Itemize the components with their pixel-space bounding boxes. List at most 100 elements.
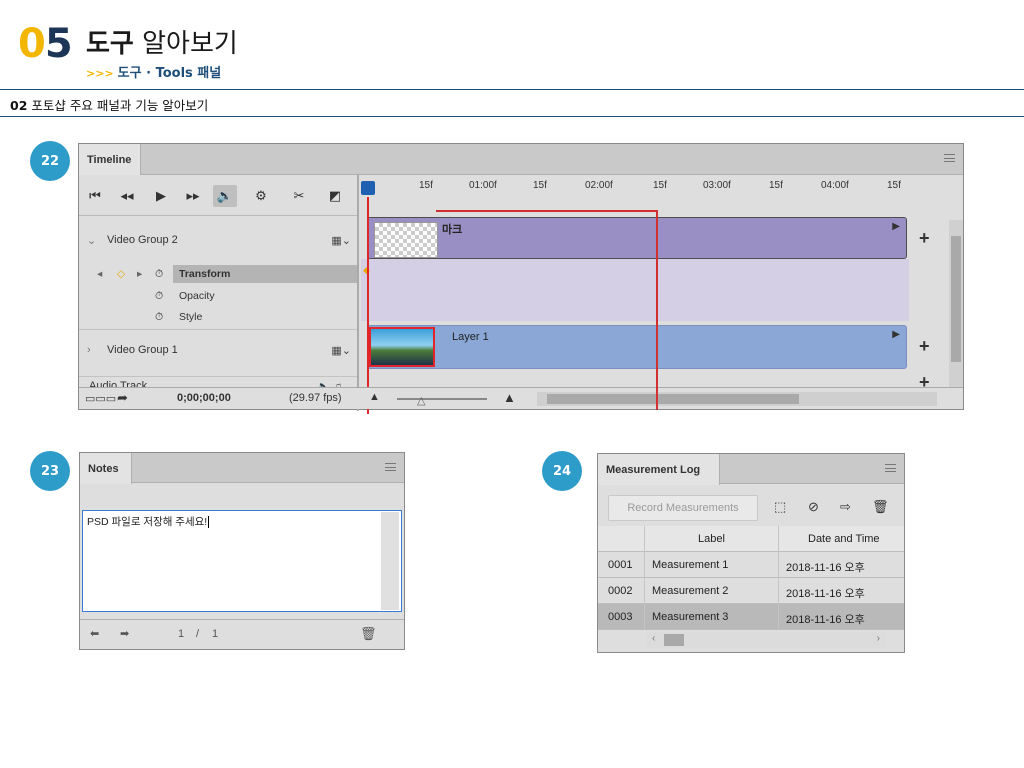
- zoom-slider-thumb[interactable]: △: [417, 394, 425, 407]
- ruler-tick: 15f: [419, 180, 433, 191]
- record-measurements-button[interactable]: Record Measurements: [608, 495, 758, 521]
- ruler-tick: 15f: [533, 180, 547, 191]
- ruler-tick: 04:00f: [821, 180, 849, 191]
- column-header-label[interactable]: Label: [698, 533, 725, 545]
- panel-menu-icon[interactable]: [385, 463, 396, 471]
- horizontal-scrollbar[interactable]: ‹ ›: [646, 632, 886, 648]
- zoom-in-icon[interactable]: ▲: [503, 390, 516, 405]
- chevron-down-icon[interactable]: ⌄: [87, 234, 96, 247]
- transform-track-fill: [361, 259, 909, 321]
- go-to-first-frame-icon[interactable]: ⏮: [83, 185, 107, 207]
- frame-rate: (29.97 fps): [289, 392, 342, 404]
- panel-divider: [357, 175, 359, 411]
- scrollbar-thumb[interactable]: [547, 394, 799, 404]
- notes-scrollbar[interactable]: [381, 512, 399, 610]
- export-measurement-icon[interactable]: ⇨: [840, 499, 851, 515]
- scroll-left-icon[interactable]: ‹: [652, 633, 655, 644]
- stopwatch-icon[interactable]: ⏱: [155, 290, 163, 303]
- ruler-tick: 15f: [653, 180, 667, 191]
- transform-label: Transform: [179, 268, 231, 280]
- subtitle-text: 도구 · Tools 패널: [117, 66, 222, 81]
- tab-notes[interactable]: Notes: [80, 453, 132, 484]
- keyframe-prev-icon[interactable]: ◂: [97, 268, 102, 280]
- zoom-slider[interactable]: [397, 398, 487, 400]
- row-date: 2018-11-16 오후: [786, 588, 865, 600]
- clip-end-icon[interactable]: ▶: [892, 329, 900, 340]
- trash-icon[interactable]: 🗑: [360, 626, 377, 642]
- next-note-arrow-icon[interactable]: ➡: [120, 627, 129, 640]
- frame-animation-icon[interactable]: ▭▭▭: [85, 392, 116, 405]
- text-caret: [208, 516, 210, 528]
- chevron-right-icon[interactable]: ›: [87, 344, 91, 356]
- trash-icon[interactable]: 🗑: [872, 499, 889, 515]
- film-strip-icon[interactable]: ▦⌄: [331, 344, 351, 357]
- playhead-handle-icon[interactable]: [361, 181, 375, 195]
- clip-video-group-2[interactable]: 마크 ▶: [367, 217, 907, 259]
- scrollbar-thumb[interactable]: [664, 634, 684, 646]
- column-divider: [644, 526, 645, 552]
- timeline-panel: Timeline ⏮ ◂◂ ▶ ▸▸ 🔈 ⚙ ✂ ◩ ⌄ Video Group…: [78, 143, 964, 414]
- panel-menu-icon[interactable]: [885, 464, 896, 472]
- page: 05 도구 알아보기 >>> 도구 · Tools 패널 02 포토샵 주요 패널과…: [0, 0, 1024, 768]
- table-row[interactable]: 0002 Measurement 2 2018-11-16 오후: [598, 578, 904, 604]
- playback-controls: ⏮ ◂◂ ▶ ▸▸ 🔈 ⚙ ✂ ◩: [79, 175, 359, 215]
- stopwatch-icon[interactable]: ⏱: [155, 311, 163, 324]
- next-frame-icon[interactable]: ▸▸: [181, 185, 205, 207]
- split-scissors-icon[interactable]: ✂: [287, 185, 311, 207]
- row-date: 2018-11-16 오후: [786, 562, 865, 574]
- notes-textarea[interactable]: PSD 파일로 저장해 주세요!: [82, 510, 402, 612]
- measurement-log-panel: Measurement Log Record Measurements ⬚ ⊘ …: [597, 453, 905, 653]
- panel-menu-icon[interactable]: [944, 154, 955, 162]
- film-strip-icon[interactable]: ▦⌄: [331, 234, 351, 247]
- select-measurement-icon[interactable]: ⬚: [774, 499, 786, 515]
- clip-video-group-1[interactable]: Layer 1 ▶: [367, 325, 907, 369]
- previous-frame-icon[interactable]: ◂◂: [115, 185, 139, 207]
- clip-label-mark: 마크: [442, 224, 463, 236]
- play-icon[interactable]: ▶: [149, 185, 173, 207]
- clip-label-layer-1: Layer 1: [452, 331, 489, 343]
- column-divider: [778, 526, 779, 552]
- measurement-table: Label Date and Time 0001 Measurement 1 2…: [598, 526, 904, 630]
- style-row[interactable]: ⏱ Style: [79, 308, 359, 328]
- column-header-date[interactable]: Date and Time: [808, 533, 880, 545]
- column-divider: [778, 578, 779, 604]
- stopwatch-icon[interactable]: ⏱: [155, 268, 163, 281]
- vertical-scrollbar[interactable]: [949, 220, 963, 388]
- clip-end-icon[interactable]: ▶: [892, 221, 900, 232]
- render-arrow-icon[interactable]: ➦: [117, 390, 128, 406]
- horizontal-scrollbar[interactable]: [537, 392, 937, 406]
- scrollbar-thumb[interactable]: [951, 236, 961, 362]
- video-group-2-label: Video Group 2: [107, 234, 178, 246]
- clip-thumbnail-mark: [374, 222, 438, 258]
- scroll-right-icon[interactable]: ›: [877, 633, 880, 644]
- time-ruler[interactable]: 15f 01:00f 15f 02:00f 15f 03:00f 15f 04:…: [361, 175, 911, 215]
- column-divider: [778, 552, 779, 578]
- table-row[interactable]: 0001 Measurement 1 2018-11-16 오후: [598, 552, 904, 578]
- previous-note-arrow-icon[interactable]: ⬅: [90, 627, 99, 640]
- transition-icon[interactable]: ◩: [323, 185, 347, 207]
- tab-measurement-log[interactable]: Measurement Log: [598, 454, 720, 485]
- notes-panel: Notes PSD 파일로 저장해 주세요! ⬅ ➡ 1 / 1 🗑: [79, 452, 405, 650]
- keyframe-diamond-icon[interactable]: ◇: [117, 268, 125, 280]
- chapter-number: 05: [18, 21, 73, 67]
- settings-gear-icon[interactable]: ⚙: [249, 185, 273, 207]
- add-media-plus-icon[interactable]: +: [919, 228, 930, 249]
- opacity-row[interactable]: ⏱ Opacity: [79, 287, 359, 307]
- row-id: 0001: [608, 559, 633, 571]
- chapter-number-first: 0: [18, 21, 46, 67]
- tab-timeline[interactable]: Timeline: [79, 144, 141, 175]
- keyframe-next-icon[interactable]: ▸: [137, 268, 142, 280]
- deselect-measurement-icon[interactable]: ⊘: [808, 499, 819, 515]
- timeline-tabbar: Timeline: [79, 144, 963, 175]
- style-label: Style: [179, 311, 203, 323]
- tracks-area: 마크 ▶ Layer 1 ▶ ◆: [361, 215, 909, 389]
- badge-measurement: 24: [542, 451, 582, 491]
- transform-row[interactable]: ◂ ◇ ▸ ⏱ Transform: [79, 265, 359, 285]
- audio-icon[interactable]: 🔈: [213, 185, 237, 207]
- table-row-selected[interactable]: 0003 Measurement 3 2018-11-16 오후: [598, 604, 904, 630]
- row-date: 2018-11-16 오후: [786, 614, 865, 626]
- zoom-out-icon[interactable]: ▲: [369, 391, 380, 403]
- add-media-plus-icon[interactable]: +: [919, 336, 930, 357]
- row-label: Measurement 1: [652, 559, 729, 571]
- note-page-total: 1: [212, 628, 219, 640]
